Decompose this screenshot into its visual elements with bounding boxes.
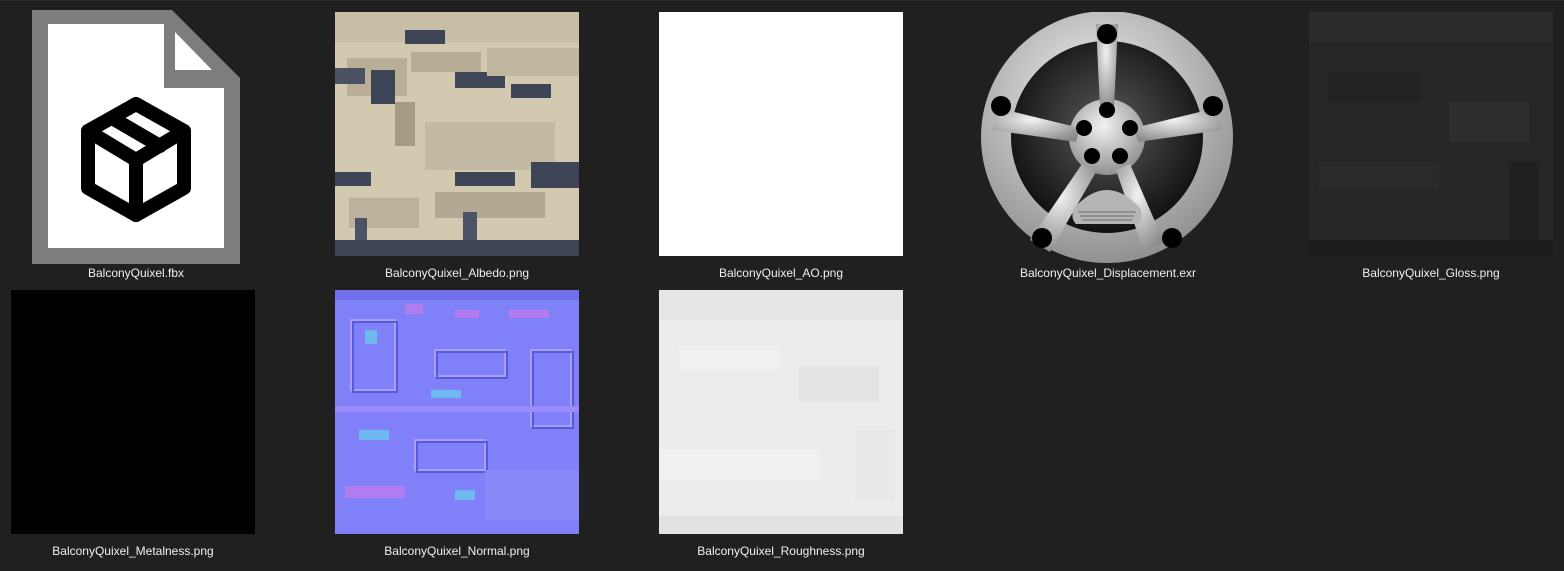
file-name: BalconyQuixel_AO.png — [718, 266, 844, 280]
file-name: BalconyQuixel_Roughness.png — [697, 544, 865, 558]
top-divider — [0, 0, 1564, 1]
normal-map-thumbnail — [335, 290, 579, 534]
file-name: BalconyQuixel_Displacement.exr — [1019, 266, 1197, 280]
roughness-texture-thumbnail — [659, 290, 903, 534]
file-name: BalconyQuixel_Gloss.png — [1362, 266, 1500, 280]
albedo-texture-thumbnail — [335, 12, 579, 256]
film-reel-icon — [978, 12, 1236, 270]
ao-texture-thumbnail — [659, 12, 903, 256]
metalness-texture-thumbnail — [11, 290, 255, 534]
file-name: BalconyQuixel_Normal.png — [384, 544, 530, 558]
fbx-file-icon — [32, 10, 240, 264]
file-name: BalconyQuixel_Albedo.png — [384, 266, 530, 280]
gloss-texture-thumbnail — [1309, 12, 1553, 256]
file-name: BalconyQuixel.fbx — [87, 266, 185, 280]
file-name: BalconyQuixel_Metalness.png — [52, 544, 214, 558]
